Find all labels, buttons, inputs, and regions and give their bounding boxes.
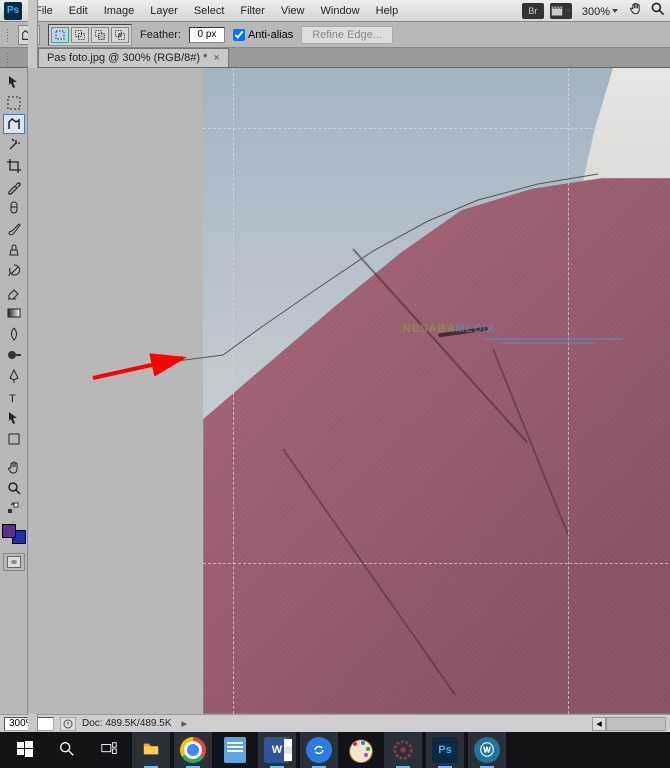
svg-text:T: T: [9, 393, 16, 405]
document-tab-title: Pas foto.jpg @ 300% (RGB/8#) *: [47, 52, 207, 64]
zoom-tool[interactable]: [3, 478, 25, 498]
annotation-arrow-icon: [88, 343, 198, 393]
menu-select[interactable]: Select: [187, 2, 232, 20]
menu-edit[interactable]: Edit: [62, 2, 95, 20]
menu-layer[interactable]: Layer: [143, 2, 185, 20]
word-taskbar[interactable]: W: [258, 732, 296, 768]
quick-mask-button[interactable]: [3, 553, 25, 571]
color-swatches[interactable]: [2, 524, 26, 544]
brush-tool[interactable]: [3, 219, 25, 239]
sync-app-taskbar[interactable]: [300, 732, 338, 768]
photoshop-logo-icon: Ps: [4, 2, 22, 20]
shape-tool[interactable]: [3, 429, 25, 449]
options-bar-grip[interactable]: [2, 24, 14, 46]
file-explorer-taskbar[interactable]: [132, 732, 170, 768]
canvas-area[interactable]: NESABAMEDIA: [28, 68, 670, 714]
marquee-tool[interactable]: [3, 93, 25, 113]
tab-close-icon[interactable]: ×: [213, 52, 219, 64]
document-tab-bar: Pas foto.jpg @ 300% (RGB/8#) * ×: [0, 48, 670, 68]
chrome-taskbar[interactable]: [174, 732, 212, 768]
mini-bridge-icon[interactable]: [550, 3, 572, 19]
swap-colors-icon[interactable]: [3, 499, 25, 519]
magic-wand-tool[interactable]: [3, 135, 25, 155]
document-tab[interactable]: Pas foto.jpg @ 300% (RGB/8#) * ×: [38, 48, 229, 67]
history-brush-tool[interactable]: [3, 261, 25, 281]
status-info-icon[interactable]: [60, 717, 76, 731]
move-tool[interactable]: [3, 72, 25, 92]
paint-taskbar[interactable]: [342, 732, 380, 768]
path-selection-tool[interactable]: [3, 408, 25, 428]
feather-label: Feather:: [140, 29, 181, 41]
settings-taskbar[interactable]: [384, 732, 422, 768]
hand-tool-icon[interactable]: [628, 1, 644, 20]
status-bar: Doc: 489.5K/489.5K ▸ ◂: [0, 714, 670, 732]
menu-view[interactable]: View: [274, 2, 312, 20]
scroll-left-button[interactable]: ◂: [592, 717, 606, 731]
task-view-button[interactable]: [90, 732, 128, 768]
bridge-icon[interactable]: Br: [522, 3, 544, 19]
selection-add-button[interactable]: [71, 27, 89, 43]
taskbar-search-button[interactable]: [48, 732, 86, 768]
windows-taskbar: W Ps ⓦ: [0, 732, 670, 768]
start-button[interactable]: [6, 732, 44, 768]
gradient-tool[interactable]: [3, 303, 25, 323]
antialias-checkbox[interactable]: Anti-alias: [233, 29, 293, 41]
tab-bar-grip[interactable]: [2, 50, 14, 68]
type-tool[interactable]: T: [3, 387, 25, 407]
selection-subtract-button[interactable]: [91, 27, 109, 43]
zoom-level-display[interactable]: 300%: [578, 4, 622, 18]
workspace: T: [0, 68, 670, 714]
scroll-right-button[interactable]: [606, 717, 666, 731]
foreground-color-swatch[interactable]: [2, 524, 16, 538]
eyedropper-tool[interactable]: [3, 177, 25, 197]
selection-mode-group: [48, 24, 132, 46]
eraser-tool[interactable]: [3, 282, 25, 302]
selection-new-button[interactable]: [51, 27, 69, 43]
menu-window[interactable]: Window: [314, 2, 367, 20]
feather-input[interactable]: [189, 27, 225, 43]
menu-help[interactable]: Help: [369, 2, 406, 20]
menu-filter[interactable]: Filter: [233, 2, 271, 20]
healing-brush-tool[interactable]: [3, 198, 25, 218]
lasso-tool[interactable]: [3, 114, 25, 134]
crop-tool[interactable]: [3, 156, 25, 176]
tools-panel: T: [0, 68, 28, 714]
options-bar: Feather: Anti-alias Refine Edge...: [0, 22, 670, 48]
photoshop-taskbar[interactable]: Ps: [426, 732, 464, 768]
search-icon[interactable]: [650, 1, 666, 20]
selection-intersect-button[interactable]: [111, 27, 129, 43]
notes-taskbar[interactable]: [216, 732, 254, 768]
dodge-tool[interactable]: [3, 345, 25, 365]
menu-image[interactable]: Image: [97, 2, 142, 20]
hand-tool[interactable]: [3, 457, 25, 477]
menu-bar: Ps File Edit Image Layer Select Filter V…: [0, 0, 670, 22]
clone-stamp-tool[interactable]: [3, 240, 25, 260]
pen-tool[interactable]: [3, 366, 25, 386]
status-doc-info: Doc: 489.5K/489.5K: [82, 718, 172, 729]
wordpress-taskbar[interactable]: ⓦ: [468, 732, 506, 768]
blur-tool[interactable]: [3, 324, 25, 344]
status-dropdown-icon[interactable]: ▸: [182, 717, 188, 730]
refine-edge-button[interactable]: Refine Edge...: [301, 26, 393, 44]
